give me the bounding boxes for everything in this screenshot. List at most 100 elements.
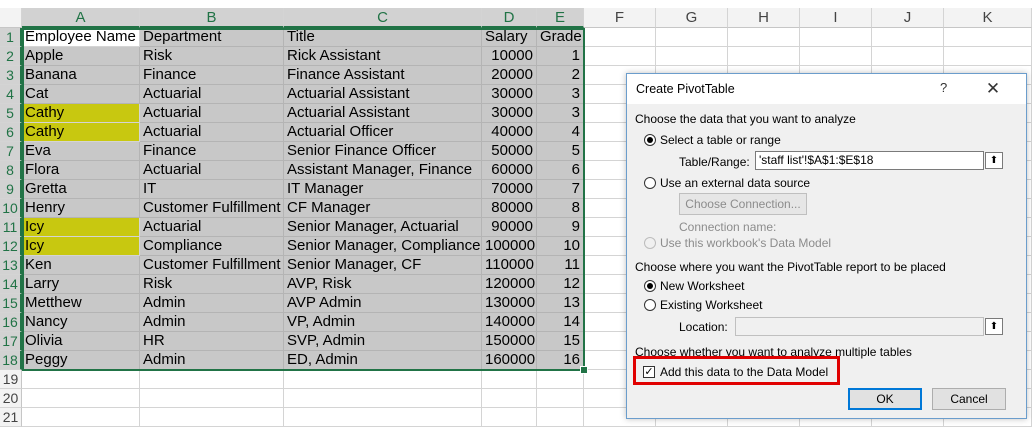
table-cell[interactable]: Salary: [482, 28, 537, 47]
external-source-label[interactable]: Use an external data source: [660, 176, 810, 190]
table-cell[interactable]: 90000: [482, 218, 537, 237]
column-header-c[interactable]: C: [284, 8, 482, 28]
help-button[interactable]: ?: [940, 80, 947, 95]
row-header-9[interactable]: 9: [0, 180, 22, 199]
empty-cell[interactable]: [537, 408, 584, 427]
table-cell[interactable]: Icy: [22, 237, 140, 256]
table-cell[interactable]: 40000: [482, 123, 537, 142]
table-cell[interactable]: Actuarial: [140, 123, 284, 142]
empty-cell[interactable]: [22, 389, 140, 408]
table-cell[interactable]: Customer Fulfillment: [140, 199, 284, 218]
choose-connection-button[interactable]: Choose Connection...: [679, 193, 807, 215]
table-cell[interactable]: 6: [537, 161, 584, 180]
row-header-2[interactable]: 2: [0, 47, 22, 66]
table-cell[interactable]: 4: [537, 123, 584, 142]
table-cell[interactable]: Nancy: [22, 313, 140, 332]
table-cell[interactable]: Admin: [140, 351, 284, 370]
table-cell[interactable]: Finance: [140, 142, 284, 161]
table-cell[interactable]: IT Manager: [284, 180, 482, 199]
row-header-7[interactable]: 7: [0, 142, 22, 161]
column-header-h[interactable]: H: [728, 8, 800, 28]
column-header-f[interactable]: F: [584, 8, 656, 28]
empty-cell[interactable]: [728, 47, 800, 66]
row-header-6[interactable]: 6: [0, 123, 22, 142]
table-cell[interactable]: 80000: [482, 199, 537, 218]
empty-cell[interactable]: [944, 28, 1032, 47]
table-cell[interactable]: 140000: [482, 313, 537, 332]
empty-cell[interactable]: [537, 389, 584, 408]
close-button[interactable]: ✕: [979, 77, 1007, 101]
empty-cell[interactable]: [140, 408, 284, 427]
table-cell[interactable]: Senior Finance Officer: [284, 142, 482, 161]
table-cell[interactable]: 20000: [482, 66, 537, 85]
row-header-11[interactable]: 11: [0, 218, 22, 237]
table-cell[interactable]: Title: [284, 28, 482, 47]
table-cell[interactable]: Larry: [22, 275, 140, 294]
table-cell[interactable]: Icy: [22, 218, 140, 237]
column-header-a[interactable]: A: [22, 8, 140, 28]
table-cell[interactable]: Department: [140, 28, 284, 47]
empty-cell[interactable]: [656, 47, 728, 66]
table-cell[interactable]: Grade: [537, 28, 584, 47]
empty-cell[interactable]: [944, 47, 1032, 66]
row-header-1[interactable]: 1: [0, 28, 22, 47]
table-cell[interactable]: IT: [140, 180, 284, 199]
row-header-14[interactable]: 14: [0, 275, 22, 294]
table-cell[interactable]: Actuarial: [140, 85, 284, 104]
table-cell[interactable]: 16: [537, 351, 584, 370]
table-cell[interactable]: 1: [537, 47, 584, 66]
empty-cell[interactable]: [284, 408, 482, 427]
table-cell[interactable]: Apple: [22, 47, 140, 66]
table-cell[interactable]: VP, Admin: [284, 313, 482, 332]
table-cell[interactable]: Actuarial: [140, 161, 284, 180]
location-input[interactable]: [735, 317, 984, 336]
row-header-3[interactable]: 3: [0, 66, 22, 85]
empty-cell[interactable]: [22, 370, 140, 389]
add-data-model-label[interactable]: Add this data to the Data Model: [660, 365, 828, 379]
table-cell[interactable]: Actuarial Assistant: [284, 104, 482, 123]
empty-cell[interactable]: [22, 408, 140, 427]
table-cell[interactable]: CF Manager: [284, 199, 482, 218]
table-cell[interactable]: 3: [537, 85, 584, 104]
column-header-g[interactable]: G: [656, 8, 728, 28]
table-cell[interactable]: Peggy: [22, 351, 140, 370]
external-source-radio[interactable]: [644, 177, 656, 189]
empty-cell[interactable]: [482, 408, 537, 427]
table-cell[interactable]: 30000: [482, 85, 537, 104]
new-worksheet-radio[interactable]: [644, 280, 656, 292]
empty-cell[interactable]: [656, 28, 728, 47]
table-cell[interactable]: Actuarial: [140, 104, 284, 123]
table-cell[interactable]: 10: [537, 237, 584, 256]
existing-worksheet-radio[interactable]: [644, 299, 656, 311]
column-header-e[interactable]: E: [537, 8, 584, 28]
row-header-5[interactable]: 5: [0, 104, 22, 123]
table-cell[interactable]: 5: [537, 142, 584, 161]
table-cell[interactable]: Gretta: [22, 180, 140, 199]
row-header-20[interactable]: 20: [0, 389, 22, 408]
range-picker-icon[interactable]: ⬆: [985, 152, 1003, 169]
table-cell[interactable]: Actuarial Officer: [284, 123, 482, 142]
row-header-15[interactable]: 15: [0, 294, 22, 313]
table-cell[interactable]: Eva: [22, 142, 140, 161]
row-header-16[interactable]: 16: [0, 313, 22, 332]
table-cell[interactable]: HR: [140, 332, 284, 351]
table-cell[interactable]: AVP Admin: [284, 294, 482, 313]
column-header-b[interactable]: B: [140, 8, 284, 28]
row-header-4[interactable]: 4: [0, 85, 22, 104]
table-cell[interactable]: 10000: [482, 47, 537, 66]
column-header-i[interactable]: I: [800, 8, 872, 28]
table-cell[interactable]: Cathy: [22, 123, 140, 142]
table-cell[interactable]: 150000: [482, 332, 537, 351]
table-cell[interactable]: Finance: [140, 66, 284, 85]
table-cell[interactable]: 160000: [482, 351, 537, 370]
empty-cell[interactable]: [140, 389, 284, 408]
table-cell[interactable]: 13: [537, 294, 584, 313]
table-cell[interactable]: 130000: [482, 294, 537, 313]
table-cell[interactable]: Senior Manager, CF: [284, 256, 482, 275]
table-cell[interactable]: Risk: [140, 275, 284, 294]
table-cell[interactable]: Senior Manager, Compliance: [284, 237, 482, 256]
table-cell[interactable]: Assistant Manager, Finance: [284, 161, 482, 180]
table-cell[interactable]: 8: [537, 199, 584, 218]
table-cell[interactable]: 9: [537, 218, 584, 237]
row-header-12[interactable]: 12: [0, 237, 22, 256]
